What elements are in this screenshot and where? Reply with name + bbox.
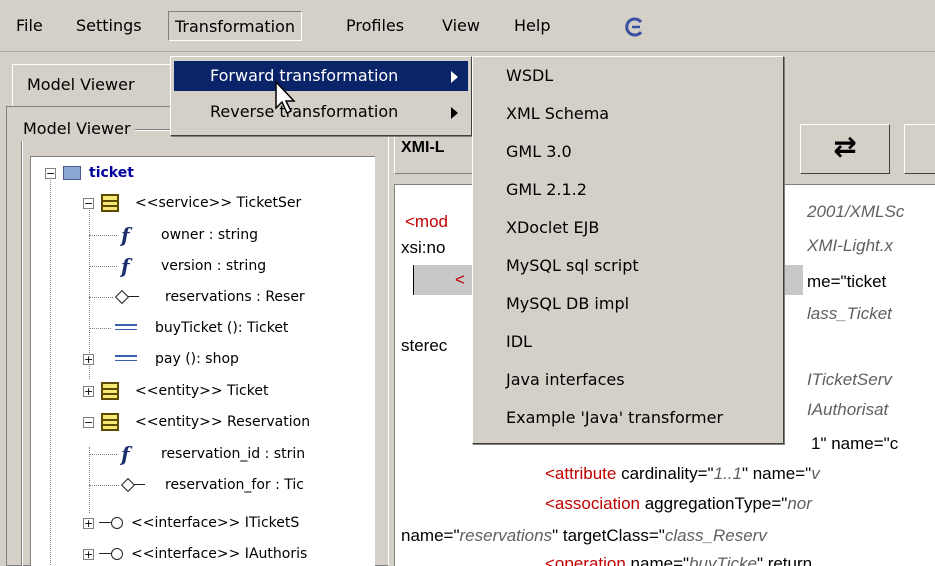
forward-transformation-submenu: WSDL XML Schema GML 3.0 GML 2.1.2 XDocle… [472,56,784,444]
model-tree[interactable]: − ticket − <<service>> TicketSer f owner… [30,156,375,566]
tree-node-reservation-for[interactable]: reservation_for : Tic [31,473,375,497]
folder-icon [63,166,81,180]
menu-profiles[interactable]: Profiles [340,11,410,41]
class-icon [101,194,119,212]
association-icon [125,484,145,485]
submenu-arrow-icon [451,71,458,83]
tree-node-label: reservation_for : Tic [165,477,304,493]
collapse-toggle[interactable]: − [83,417,94,428]
tree-guide [89,328,111,329]
tree-node-pay[interactable]: + pay (): shop [31,347,375,371]
xmi-line: < [455,270,465,289]
transformation-menu: Forward transformation Reverse transform… [170,56,472,136]
operation-icon [115,324,139,332]
menu-item-label: Forward transformation [210,66,399,85]
menu-item-label: Reverse transformation [210,102,399,121]
swap-button[interactable]: ⇄ [800,124,890,174]
class-icon [101,413,119,431]
xmi-line: 1" name="c [811,434,899,453]
tree-node-label: version : string [161,258,267,274]
xmi-line: <operation name="buyTicke" return [545,554,813,566]
collapse-toggle[interactable]: − [83,198,94,209]
menu-item-mysql-sql-script[interactable]: MySQL sql script [476,251,780,281]
tree-node-label: reservations : Reser [165,289,305,305]
menu-item-example-java-transformer[interactable]: Example 'Java' transformer [476,403,780,433]
expand-toggle[interactable]: + [83,386,94,397]
app-logo-icon [625,17,643,37]
expand-toggle[interactable]: + [83,549,94,560]
attribute-icon: f [121,442,130,466]
menu-item-idl[interactable]: IDL [476,327,780,357]
menu-item-reverse-transformation[interactable]: Reverse transformation [174,97,468,127]
xmi-line: lass_Ticket [807,304,892,323]
association-icon [119,296,139,297]
model-viewer-legend: Model Viewer [19,117,135,141]
menu-item-mysql-db-impl[interactable]: MySQL DB impl [476,289,780,319]
xmi-line: XMI-Light.x [807,236,893,255]
tree-node-label: <<interface>> IAuthoris [131,546,308,562]
tree-guide [89,266,117,267]
menu-item-java-interfaces[interactable]: Java interfaces [476,365,780,395]
menu-item-forward-transformation[interactable]: Forward transformation [174,61,468,91]
tree-node-label: owner : string [161,227,259,243]
tree-node-ticketservice[interactable]: − <<service>> TicketSer [31,191,375,215]
submenu-arrow-icon [451,107,458,119]
tree-node-label: <<service>> TicketSer [135,195,302,211]
tree-node-label: buyTicket (): Ticket [155,320,289,336]
interface-icon [99,516,123,530]
menu-bar: File Settings Transformation Profiles Vi… [0,0,935,52]
tree-node-label: pay (): shop [155,351,239,367]
attribute-icon: f [121,223,130,247]
menu-item-xdoclet-ejb[interactable]: XDoclet EJB [476,213,780,243]
tree-node-reservation-id[interactable]: f reservation_id : strin [31,442,375,466]
tree-node-entity-reservation[interactable]: − <<entity>> Reservation [31,410,375,434]
tree-guide [89,235,117,236]
menu-transformation[interactable]: Transformation [168,11,303,41]
class-icon [101,382,119,400]
collapse-toggle[interactable]: − [45,168,56,179]
xmi-line: sterec [401,336,448,355]
menu-item-gml-2[interactable]: GML 2.1.2 [476,175,780,205]
expand-toggle[interactable]: + [83,518,94,529]
tree-node-label: <<entity>> Ticket [135,383,269,399]
tree-guide [89,485,119,486]
xmi-line: ITicketServ [807,370,892,389]
tree-node-buyticket[interactable]: buyTicket (): Ticket [31,316,375,340]
menu-help[interactable]: Help [508,11,556,41]
tree-node-reservations[interactable]: reservations : Reser [31,285,375,309]
interface-icon [99,547,123,561]
xmi-line: xsi:no [401,238,446,257]
xmi-line: name="reservations" targetClass="class_R… [401,526,767,545]
toolbar-button[interactable] [904,124,935,174]
tree-node-version[interactable]: f version : string [31,254,375,278]
tree-node-label: <<interface>> ITicketS [131,515,300,531]
attribute-icon: f [121,254,130,278]
tree-node-ticket[interactable]: − ticket [31,161,375,185]
tree-node-iauthorisation[interactable]: + <<interface>> IAuthoris [31,542,375,566]
menu-item-gml-3[interactable]: GML 3.0 [476,137,780,167]
tree-node-owner[interactable]: f owner : string [31,223,375,247]
xmi-line: <association aggregationType="nor [545,494,812,513]
xmi-line: 2001/XMLSc [807,202,905,221]
menu-file[interactable]: File [10,11,49,41]
xmi-line: <attribute cardinality="1..1" name="v [545,464,820,483]
xmi-line: <mod [405,212,448,231]
tree-node-entity-ticket[interactable]: + <<entity>> Ticket [31,379,375,403]
tree-node-label: ticket [89,165,134,181]
tree-guide [89,297,113,298]
tree-node-label: <<entity>> Reservation [135,414,311,430]
mouse-cursor-icon [275,80,296,115]
xmi-line: IAuthorisat [807,400,889,419]
menu-item-wsdl[interactable]: WSDL [476,61,780,91]
menu-view[interactable]: View [436,11,486,41]
tab-model-viewer[interactable]: Model Viewer [12,64,182,106]
menu-settings[interactable]: Settings [70,11,148,41]
tree-guide [89,454,117,455]
operation-icon [115,355,139,363]
tree-node-iticketservice[interactable]: + <<interface>> ITicketS [31,511,375,535]
xmi-line: me="ticket [807,272,887,291]
menu-item-xml-schema[interactable]: XML Schema [476,99,780,129]
expand-toggle[interactable]: + [83,354,94,365]
tree-node-label: reservation_id : strin [161,446,306,462]
